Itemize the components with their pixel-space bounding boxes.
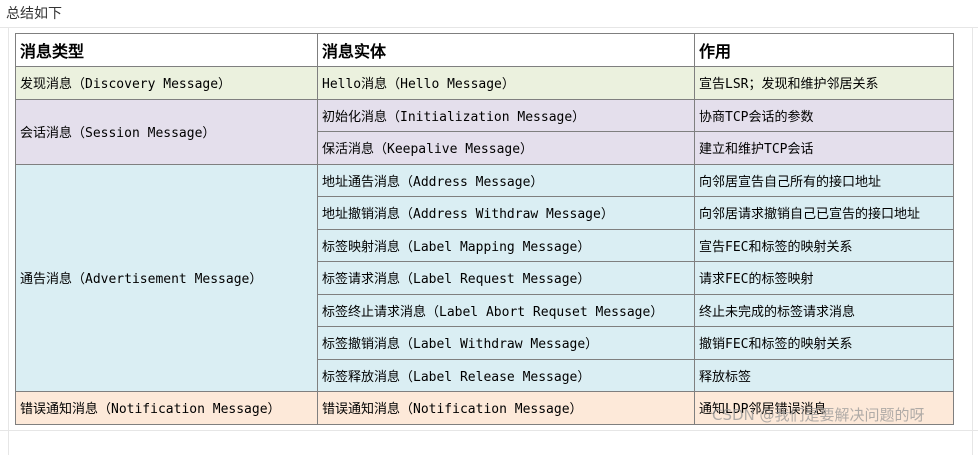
message-type-cell: 通告消息（Advertisement Message） — [15, 163, 318, 392]
purpose-cell: 通知LDP邻居错误消息 — [694, 391, 954, 425]
message-entity-cell: Hello消息（Hello Message） — [317, 66, 695, 100]
purpose-cell: 撤销FEC和标签的映射关系 — [694, 326, 954, 360]
message-entity-cell: 保活消息（Keepalive Message） — [317, 131, 695, 165]
message-entity-cell: 地址通告消息（Address Message） — [317, 163, 695, 197]
message-type-cell: 会话消息（Session Message） — [15, 98, 318, 165]
message-entity-cell: 标签映射消息（Label Mapping Message） — [317, 228, 695, 262]
message-entity-cell: 错误通知消息（Notification Message） — [317, 391, 695, 425]
message-entity-cell: 标签终止请求消息（Label Abort Requset Message） — [317, 293, 695, 327]
message-type-cell: 发现消息（Discovery Message） — [15, 66, 318, 100]
purpose-cell: 向邻居请求撤销自己已宣告的接口地址 — [694, 196, 954, 230]
message-entity-cell: 标签释放消息（Label Release Message） — [317, 358, 695, 392]
message-entity-cell: 地址撤销消息（Address Withdraw Message） — [317, 196, 695, 230]
purpose-cell: 向邻居宣告自己所有的接口地址 — [694, 163, 954, 197]
purpose-cell: 请求FEC的标签映射 — [694, 261, 954, 295]
header-message-entity: 消息实体 — [317, 33, 695, 67]
message-entity-cell: 初始化消息（Initialization Message） — [317, 98, 695, 132]
purpose-cell: 终止未完成的标签请求消息 — [694, 293, 954, 327]
header-purpose: 作用 — [694, 33, 954, 67]
header-message-type: 消息类型 — [15, 33, 318, 67]
purpose-cell: 释放标签 — [694, 358, 954, 392]
table-row: 发现消息（Discovery Message） Hello消息（Hello Me… — [15, 66, 954, 100]
table-header-row: 消息类型 消息实体 作用 — [15, 33, 954, 67]
summary-caption: 总结如下 — [6, 5, 62, 21]
ldp-message-table: 消息类型 消息实体 作用 发现消息（Discovery Message） Hel… — [15, 33, 954, 425]
message-entity-cell: 标签请求消息（Label Request Message） — [317, 261, 695, 295]
purpose-cell: 协商TCP会话的参数 — [694, 98, 954, 132]
table-row: 会话消息（Session Message） 初始化消息（Initializati… — [15, 98, 954, 165]
table-row: 通告消息（Advertisement Message） 地址通告消息（Addre… — [15, 163, 954, 392]
purpose-cell: 建立和维护TCP会话 — [694, 131, 954, 165]
purpose-cell: 宣告FEC和标签的映射关系 — [694, 228, 954, 262]
purpose-cell: 宣告LSR；发现和维护邻居关系 — [694, 66, 954, 100]
table-row: 错误通知消息（Notification Message） 错误通知消息（Noti… — [15, 391, 954, 425]
message-entity-cell: 标签撤销消息（Label Withdraw Message） — [317, 326, 695, 360]
message-type-cell: 错误通知消息（Notification Message） — [15, 391, 318, 425]
